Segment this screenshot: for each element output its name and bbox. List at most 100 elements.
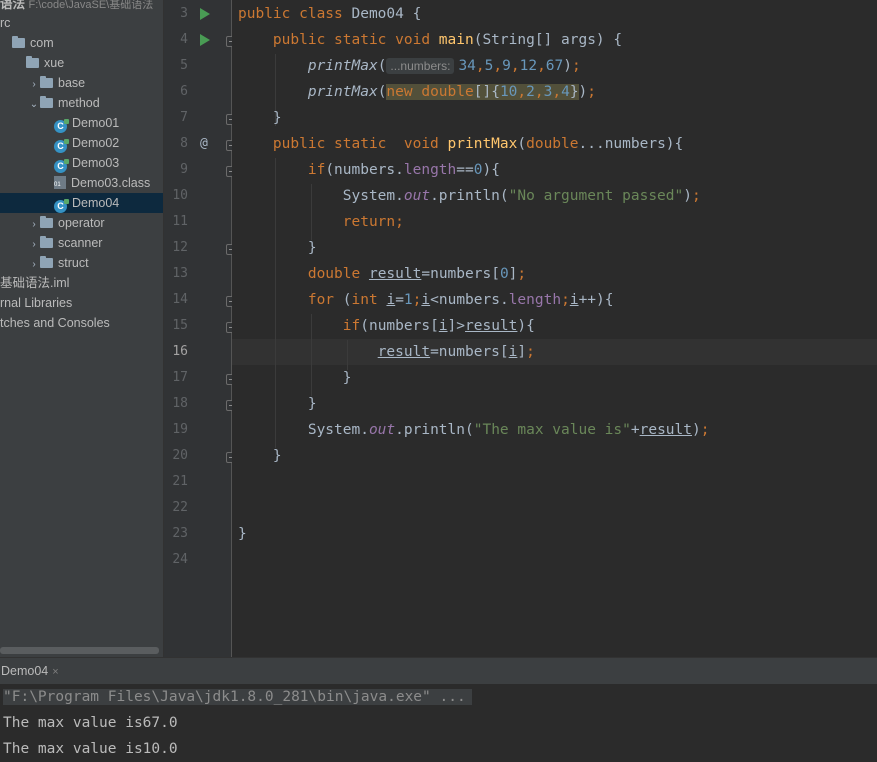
- tree-item-label: Demo04: [72, 196, 120, 210]
- line-number: 20: [172, 448, 188, 463]
- code-line: result=numbers[i];: [377, 344, 535, 360]
- tree-item-scanner[interactable]: › scanner: [0, 233, 102, 253]
- line-number: 13: [172, 266, 188, 281]
- line-number: 3: [180, 6, 188, 21]
- code-line: }: [238, 240, 317, 256]
- tree-item-com[interactable]: com: [0, 33, 54, 53]
- tree-item-struct[interactable]: › struct: [0, 253, 89, 273]
- line-number: 5: [180, 58, 188, 73]
- project-scrollbar[interactable]: [0, 647, 159, 654]
- folder-icon: [40, 76, 53, 88]
- folder-icon: [40, 96, 53, 108]
- java-class-icon: C: [54, 139, 69, 153]
- folder-icon: [40, 236, 53, 248]
- tree-item-base[interactable]: › base: [0, 73, 85, 93]
- line-number: 12: [172, 240, 188, 255]
- run-main-icon[interactable]: [200, 34, 210, 46]
- run-tool-window-header: Demo04 ×: [0, 657, 877, 685]
- close-icon[interactable]: ×: [52, 666, 58, 678]
- string-literal: "No argument passed": [508, 188, 684, 204]
- chevron-right-icon[interactable]: ›: [28, 75, 40, 95]
- string-literal: "The max value is": [473, 422, 631, 438]
- folder-icon: [26, 56, 39, 68]
- console-line: The max value is10.0: [3, 741, 178, 757]
- tree-item-label: scanner: [58, 236, 103, 250]
- line-number: 6: [180, 84, 188, 99]
- folder-icon: [12, 36, 25, 48]
- tree-item-label: Demo02: [72, 136, 120, 150]
- console-line: "F:\Program Files\Java\jdk1.8.0_281\bin\…: [3, 684, 472, 710]
- console-output[interactable]: "F:\Program Files\Java\jdk1.8.0_281\bin\…: [0, 684, 877, 757]
- tree-item-demo04[interactable]: C Demo04: [0, 193, 164, 213]
- line-number: 22: [172, 500, 188, 515]
- chevron-right-icon[interactable]: ›: [28, 255, 40, 275]
- code-line: public static void printMax(double...num…: [272, 136, 684, 152]
- line-number: 24: [172, 552, 188, 567]
- code-line: public static void main(String[] args) {: [272, 32, 623, 48]
- folder-icon: [40, 216, 53, 228]
- chevron-right-icon[interactable]: ›: [28, 235, 40, 255]
- tree-item-label: tches and Consoles: [0, 316, 110, 330]
- tree-item-label: xue: [44, 56, 65, 70]
- code-line: if(numbers.length==0){: [307, 162, 500, 178]
- code-line: return;: [342, 214, 404, 230]
- code-line: printMax(new double[]{10,2,3,4});: [307, 84, 597, 100]
- code-line: if(numbers[i]>result){: [342, 318, 535, 334]
- tree-item-demo01[interactable]: C Demo01: [0, 113, 119, 133]
- project-root-row[interactable]: 语法 F:\code\JavaSE\基础语法: [0, 0, 153, 14]
- code-line: System.out.println("No argument passed")…: [238, 188, 701, 204]
- tree-item-rnal-libraries[interactable]: rnal Libraries: [0, 293, 72, 313]
- code-line: double result=numbers[0];: [307, 266, 527, 282]
- line-number: 9: [180, 162, 188, 177]
- chevron-right-icon[interactable]: ›: [28, 215, 40, 235]
- tree-item-label: Demo03: [72, 156, 120, 170]
- code-line: printMax(...numbers: 34,5,9,12,67);: [307, 58, 581, 74]
- code-line: }: [238, 448, 282, 464]
- code-line: }: [238, 396, 317, 412]
- tree-item-operator[interactable]: › operator: [0, 213, 105, 233]
- line-number: 14: [172, 292, 188, 307]
- tree-item-rc[interactable]: rc: [0, 13, 10, 33]
- tree-item-label: base: [58, 76, 86, 90]
- tree-item-demo02[interactable]: C Demo02: [0, 133, 119, 153]
- java-class-icon: C: [54, 199, 69, 213]
- project-path: F:\code\JavaSE\基础语法: [28, 0, 154, 11]
- line-number: 21: [172, 474, 188, 489]
- code-line: for (int i=1;i<numbers.length;i++){: [307, 292, 614, 308]
- tree-item-iml[interactable]: 基础语法.iml: [0, 273, 69, 293]
- line-number: 18: [172, 396, 188, 411]
- command-line: "F:\Program Files\Java\jdk1.8.0_281\bin\…: [3, 689, 472, 705]
- line-number: 7: [180, 110, 188, 125]
- tree-item-label: Demo01: [72, 116, 120, 130]
- line-number: 4: [180, 32, 188, 47]
- java-class-icon: C: [54, 159, 69, 173]
- tree-item-label: com: [30, 36, 54, 50]
- line-number: 17: [172, 370, 188, 385]
- line-number: 8: [180, 136, 188, 151]
- tree-item-demo03-class[interactable]: Demo03.class: [0, 173, 150, 193]
- line-number: 19: [172, 422, 188, 437]
- tree-item-demo03[interactable]: C Demo03: [0, 153, 119, 173]
- tree-item-tches-and-consoles[interactable]: tches and Consoles: [0, 313, 110, 333]
- tree-item-label: struct: [58, 256, 89, 270]
- project-name: 语法: [0, 0, 26, 11]
- code-line: }: [238, 110, 282, 126]
- tree-item-method[interactable]: ⌄ method: [0, 93, 100, 113]
- tree-item-label: rnal Libraries: [0, 296, 73, 310]
- code-line: System.out.println("The max value is"+re…: [238, 422, 710, 438]
- tree-item-label: rc: [0, 16, 11, 30]
- code-line: }: [238, 370, 352, 386]
- project-panel: 语法 F:\code\JavaSE\基础语法 rc com xue › base ⌄ met…: [0, 0, 164, 657]
- tree-item-label: method: [58, 96, 100, 110]
- code-line: }: [238, 526, 247, 542]
- run-tab-demo04[interactable]: Demo04 ×: [0, 658, 65, 685]
- chevron-down-icon[interactable]: ⌄: [28, 95, 40, 115]
- run-tab-label: Demo04: [1, 664, 49, 678]
- class-file-icon: [54, 176, 66, 189]
- parameter-hint: ...numbers:: [386, 58, 455, 74]
- run-class-icon[interactable]: [200, 8, 210, 20]
- folder-icon: [40, 256, 53, 268]
- line-number: 10: [172, 188, 188, 203]
- tree-item-xue[interactable]: xue: [0, 53, 64, 73]
- java-class-icon: C: [54, 119, 69, 133]
